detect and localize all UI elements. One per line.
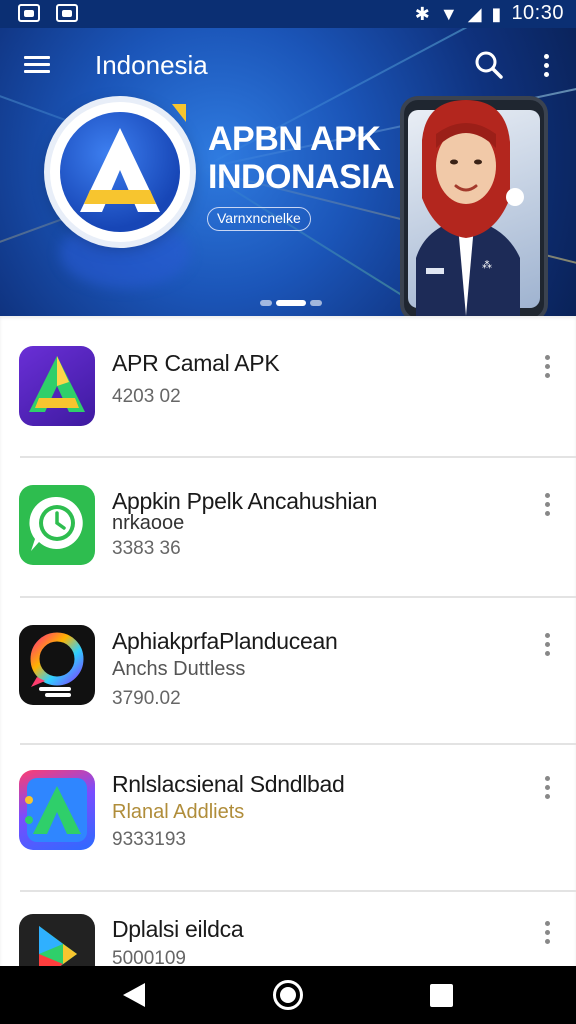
more-vert-icon[interactable] bbox=[536, 351, 558, 381]
status-indicators: ✱ ▼ ◢ ▮ 10:30 bbox=[415, 2, 564, 25]
app-number: 3790.02 bbox=[112, 688, 181, 709]
presenter-illustration: ⁂ bbox=[416, 100, 520, 316]
wifi-icon: ▼ bbox=[439, 3, 458, 24]
list-item[interactable]: Rnlslacsienal Sdndlbad Rlanal Addliets 9… bbox=[0, 745, 576, 885]
chat-clock-icon bbox=[19, 485, 95, 565]
list-item[interactable]: Dplalsi eildca 5000109 bbox=[0, 892, 576, 966]
search-icon[interactable] bbox=[472, 48, 506, 82]
signal-icon: ◢ bbox=[467, 3, 482, 24]
carousel-dot[interactable] bbox=[260, 300, 272, 306]
list-item[interactable]: AphiakprfaPlanducean Anchs Duttless 3790… bbox=[0, 598, 576, 738]
carousel-dot-active[interactable] bbox=[276, 300, 306, 306]
back-triangle-icon[interactable] bbox=[121, 982, 147, 1008]
more-vert-icon[interactable] bbox=[536, 629, 558, 659]
battery-icon: ▮ bbox=[491, 3, 502, 24]
play-store-icon bbox=[19, 914, 95, 966]
recents-square-icon[interactable] bbox=[430, 984, 453, 1007]
svg-text:⁂: ⁂ bbox=[482, 259, 492, 271]
colorful-chat-icon bbox=[19, 625, 95, 705]
page-title: Indonesia bbox=[95, 50, 208, 80]
app-number: 3383 36 bbox=[112, 538, 181, 559]
app-name: Rnlslacsienal Sdndlbad bbox=[112, 771, 345, 797]
header-banner[interactable]: Indonesia APBN APK INDONASIA Varnxncnelk… bbox=[0, 28, 576, 316]
green-a-logo-icon bbox=[19, 770, 95, 850]
hamburger-menu-icon[interactable] bbox=[20, 50, 56, 84]
more-vert-icon[interactable] bbox=[536, 489, 558, 519]
app-name: APR Camal APK bbox=[112, 350, 280, 376]
app-subtitle: nrkaooe bbox=[112, 512, 185, 534]
status-bar: ✱ ▼ ◢ ▮ 10:30 bbox=[0, 0, 576, 28]
app-number: 9333193 bbox=[112, 829, 186, 850]
app-subtitle: Rlanal Addliets bbox=[112, 801, 245, 823]
logo-accent-flag bbox=[172, 104, 186, 122]
app-number: 5000109 bbox=[112, 948, 186, 966]
photo-notification-icon bbox=[18, 4, 40, 22]
apk-logo-badge bbox=[50, 102, 190, 242]
clock: 10:30 bbox=[511, 2, 564, 24]
more-vert-icon[interactable] bbox=[536, 917, 558, 947]
phone-badge-icon bbox=[506, 188, 524, 206]
promo-pill-button[interactable]: Varnxncnelke bbox=[207, 207, 311, 231]
carousel-indicator[interactable] bbox=[260, 300, 322, 306]
more-vert-icon[interactable] bbox=[536, 772, 558, 802]
app-bar: Indonesia bbox=[0, 28, 576, 104]
app-name: Dplalsi eildca bbox=[112, 916, 244, 942]
home-circle-icon[interactable] bbox=[273, 980, 303, 1010]
list-item[interactable]: APR Camal APK 4203 02 bbox=[0, 316, 576, 456]
bluetooth-icon: ✱ bbox=[414, 3, 430, 24]
app-name: Appkin Ppelk Ancahushian bbox=[112, 488, 378, 514]
app-list[interactable]: APR Camal APK 4203 02 Appkin Ppelk Ancah… bbox=[0, 316, 576, 966]
carousel-dot[interactable] bbox=[310, 300, 322, 306]
app-number: 4203 02 bbox=[112, 386, 181, 407]
letter-a-logo-icon bbox=[80, 128, 160, 212]
list-item[interactable]: Appkin Ppelk Ancahushian nrkaooe 3383 36 bbox=[0, 458, 576, 598]
more-vert-icon[interactable] bbox=[534, 50, 558, 84]
image-notification-icon bbox=[56, 4, 78, 22]
notification-icons bbox=[18, 4, 78, 22]
promo-title: APBN APK INDONASIA bbox=[208, 120, 395, 196]
app-name: AphiakprfaPlanducean bbox=[112, 628, 338, 654]
app-subtitle: Anchs Duttless bbox=[112, 658, 246, 680]
promo-title-line2: INDONASIA bbox=[208, 158, 395, 196]
system-nav-bar bbox=[0, 966, 576, 1024]
apk-a-logo-icon bbox=[19, 346, 95, 426]
promo-title-line1: APBN APK bbox=[208, 120, 381, 158]
